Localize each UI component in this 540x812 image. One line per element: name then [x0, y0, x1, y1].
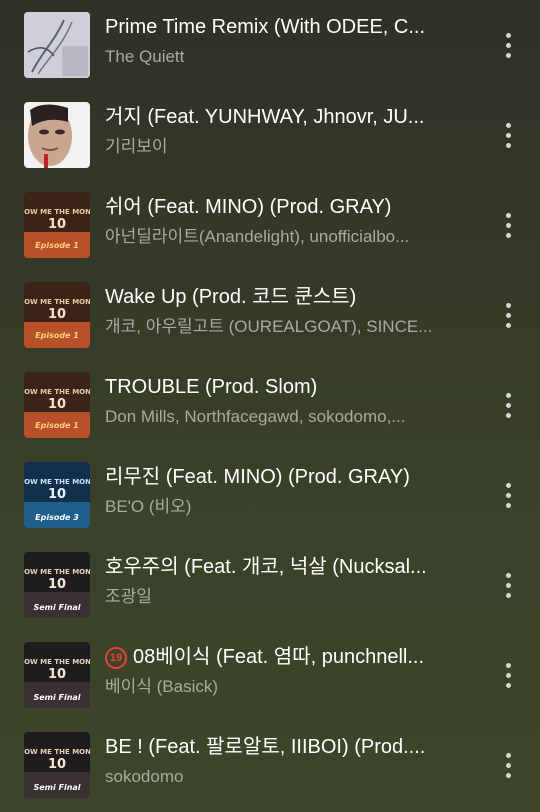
track-artist: 기리보이	[105, 137, 168, 156]
track-title: 리무진 (Feat. MINO) (Prod. GRAY)	[105, 466, 410, 488]
more-options-icon[interactable]	[492, 296, 524, 334]
track-artist: The Quiett	[105, 47, 185, 66]
svg-text:Episode 1: Episode 1	[35, 241, 79, 250]
svg-text:10: 10	[48, 757, 66, 772]
more-options-icon[interactable]	[492, 116, 524, 154]
more-options-icon[interactable]	[492, 206, 524, 244]
svg-text:Episode 3: Episode 3	[35, 513, 79, 522]
track-artist: Don Mills, Northfacegawd, sokodomo,...	[105, 407, 406, 426]
smtm10-episode1-cover-icon[interactable]: SHOW ME THE MONEY 10 Episode 1	[24, 282, 90, 348]
svg-text:SHOW ME THE MONEY: SHOW ME THE MONEY	[24, 208, 90, 216]
track-title: 호우주의 (Feat. 개코, 넉살 (Nucksal...	[105, 556, 427, 578]
track-title: 쉬어 (Feat. MINO) (Prod. GRAY)	[105, 196, 392, 218]
track-artist: sokodomo	[105, 767, 184, 786]
track-row[interactable]: Prime Time Remix (With ODEE, C... The Qu…	[0, 0, 540, 90]
svg-text:10: 10	[48, 577, 66, 592]
smtm10-semifinal-cover-icon[interactable]: SHOW ME THE MONEY 10 Semi Final	[24, 732, 90, 798]
smtm10-episode1-cover-icon[interactable]: SHOW ME THE MONEY 10 Episode 1	[24, 372, 90, 438]
track-artist: 조광일	[105, 587, 152, 606]
track-title: BE ! (Feat. 팔로알토, IIIBOI) (Prod....	[105, 736, 426, 758]
track-title: Prime Time Remix (With ODEE, C...	[105, 16, 426, 38]
track-row[interactable]: SHOW ME THE MONEY 10 Semi Final 호우주의 (Fe…	[0, 540, 540, 630]
svg-text:10: 10	[48, 667, 66, 682]
svg-text:Semi Final: Semi Final	[33, 783, 80, 792]
track-list: Prime Time Remix (With ODEE, C... The Qu…	[0, 0, 540, 812]
svg-text:SHOW ME THE MONEY: SHOW ME THE MONEY	[24, 298, 90, 306]
svg-text:SHOW ME THE MONEY: SHOW ME THE MONEY	[24, 748, 90, 756]
svg-text:SHOW ME THE MONEY: SHOW ME THE MONEY	[24, 478, 90, 486]
track-row[interactable]: SHOW ME THE MONEY 10 Episode 1 Wake Up (…	[0, 270, 540, 360]
track-title: 거지 (Feat. YUNHWAY, Jhnovr, JU...	[105, 106, 425, 128]
track-artist: 아넌딜라이트(Anandelight), unofficialbo...	[105, 227, 410, 246]
more-options-icon[interactable]	[492, 386, 524, 424]
svg-text:SHOW ME THE MONEY: SHOW ME THE MONEY	[24, 388, 90, 396]
track-row[interactable]: 거지 (Feat. YUNHWAY, Jhnovr, JU... 기리보이	[0, 90, 540, 180]
svg-text:10: 10	[48, 397, 66, 412]
prime-time-cover-icon[interactable]	[24, 12, 90, 78]
track-title: 19 08베이식 (Feat. 염따, punchnell...	[105, 644, 455, 670]
svg-text:10: 10	[48, 217, 66, 232]
track-row[interactable]: SHOW ME THE MONEY 10 Episode 1 쉬어 (Feat.…	[0, 180, 540, 270]
svg-text:10: 10	[48, 307, 66, 322]
track-artist: BE'O (비오)	[105, 497, 192, 516]
track-artist: 베이식 (Basick)	[105, 677, 219, 696]
track-row[interactable]: SHOW ME THE MONEY 10 Semi Final BE ! (Fe…	[0, 720, 540, 810]
svg-text:SHOW ME THE MONEY: SHOW ME THE MONEY	[24, 568, 90, 576]
portrait-cover-icon[interactable]	[24, 102, 90, 168]
svg-text:Semi Final: Semi Final	[33, 693, 80, 702]
more-options-icon[interactable]	[492, 26, 524, 64]
track-title: TROUBLE (Prod. Slom)	[105, 376, 318, 398]
smtm10-episode1-cover-icon[interactable]: SHOW ME THE MONEY 10 Episode 1	[24, 192, 90, 258]
svg-text:Episode 1: Episode 1	[35, 331, 79, 340]
more-options-icon[interactable]	[492, 566, 524, 604]
svg-text:Semi Final: Semi Final	[33, 603, 80, 612]
track-title: Wake Up (Prod. 코드 쿤스트)	[105, 286, 357, 308]
more-options-icon[interactable]	[492, 476, 524, 514]
svg-text:10: 10	[48, 487, 66, 502]
track-row[interactable]: SHOW ME THE MONEY 10 Episode 3 리무진 (Feat…	[0, 450, 540, 540]
track-artist: 개코, 아우릴고트 (OUREALGOAT), SINCE...	[105, 317, 433, 336]
svg-text:SHOW ME THE MONEY: SHOW ME THE MONEY	[24, 658, 90, 666]
more-options-icon[interactable]	[492, 746, 524, 784]
more-options-icon[interactable]	[492, 656, 524, 694]
smtm10-semifinal-cover-icon[interactable]: SHOW ME THE MONEY 10 Semi Final	[24, 552, 90, 618]
track-row[interactable]: SHOW ME THE MONEY 10 Semi Final 1908베이식 …	[0, 630, 540, 720]
track-row[interactable]: SHOW ME THE MONEY 10 Episode 1 TROUBLE (…	[0, 360, 540, 450]
svg-text:Episode 1: Episode 1	[35, 421, 79, 430]
smtm10-episode3-cover-icon[interactable]: SHOW ME THE MONEY 10 Episode 3	[24, 462, 90, 528]
smtm10-semifinal-cover-icon[interactable]: SHOW ME THE MONEY 10 Semi Final	[24, 642, 90, 708]
explicit-19-badge: 19	[105, 647, 127, 669]
